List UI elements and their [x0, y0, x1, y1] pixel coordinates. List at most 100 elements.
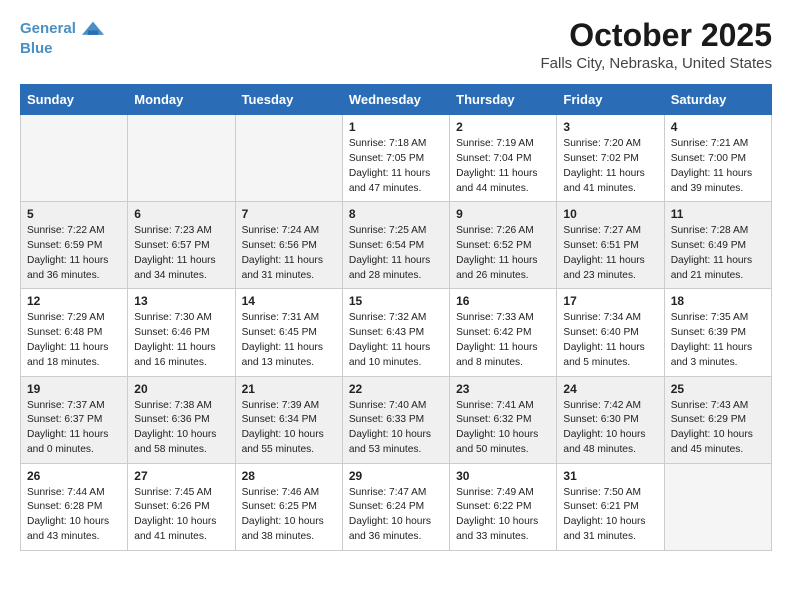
day-number: 5	[27, 207, 121, 221]
calendar-cell: 26Sunrise: 7:44 AM Sunset: 6:28 PM Dayli…	[21, 463, 128, 550]
day-number: 16	[456, 294, 550, 308]
day-info: Sunrise: 7:27 AM Sunset: 6:51 PM Dayligh…	[563, 224, 657, 283]
calendar-cell: 6Sunrise: 7:23 AM Sunset: 6:57 PM Daylig…	[128, 202, 235, 289]
calendar-cell: 9Sunrise: 7:26 AM Sunset: 6:52 PM Daylig…	[450, 202, 557, 289]
calendar-row-2: 12Sunrise: 7:29 AM Sunset: 6:48 PM Dayli…	[21, 289, 772, 376]
day-number: 13	[134, 294, 228, 308]
day-info: Sunrise: 7:30 AM Sunset: 6:46 PM Dayligh…	[134, 311, 228, 370]
day-info: Sunrise: 7:45 AM Sunset: 6:26 PM Dayligh…	[134, 486, 228, 545]
day-number: 11	[671, 207, 765, 221]
calendar-cell	[664, 463, 771, 550]
day-number: 14	[242, 294, 336, 308]
day-number: 17	[563, 294, 657, 308]
calendar-cell: 5 Sunrise: 7:22 AM Sunset: 6:59 PM Daylig…	[21, 202, 128, 289]
day-number: 10	[563, 207, 657, 221]
day-info: Sunrise: 7:39 AM Sunset: 6:34 PM Dayligh…	[242, 399, 336, 458]
col-header-monday: Monday	[128, 85, 235, 115]
day-info: Sunrise: 7:23 AM Sunset: 6:57 PM Dayligh…	[134, 224, 228, 283]
day-info: Sunrise: 7:22 AM Sunset: 6:59 PM Dayligh…	[27, 224, 121, 283]
day-number: 24	[563, 382, 657, 396]
calendar-cell	[21, 115, 128, 202]
page: General Blue October 2025 Falls City, Ne…	[0, 0, 792, 612]
col-header-wednesday: Wednesday	[342, 85, 449, 115]
day-number: 18	[671, 294, 765, 308]
day-number: 25	[671, 382, 765, 396]
day-info: Sunrise: 7:28 AM Sunset: 6:49 PM Dayligh…	[671, 224, 765, 283]
calendar-cell: 30 Sunrise: 7:49 AM Sunset: 6:22 PM Dayli…	[450, 463, 557, 550]
day-info: Sunrise: 7:31 AM Sunset: 6:45 PM Dayligh…	[242, 311, 336, 370]
day-number: 28	[242, 469, 336, 483]
col-header-thursday: Thursday	[450, 85, 557, 115]
calendar-cell	[235, 115, 342, 202]
calendar-cell: 22Sunrise: 7:40 AM Sunset: 6:33 PM Dayli…	[342, 376, 449, 463]
day-info: Sunrise: 7:49 AM Sunset: 6:22 PM Dayligh…	[456, 486, 550, 545]
calendar-row-0: 1 Sunrise: 7:18 AM Sunset: 7:05 PM Daylig…	[21, 115, 772, 202]
day-number: 1	[349, 120, 443, 134]
day-number: 30	[456, 469, 550, 483]
day-number: 9	[456, 207, 550, 221]
calendar-row-4: 26Sunrise: 7:44 AM Sunset: 6:28 PM Dayli…	[21, 463, 772, 550]
calendar-cell: 16 Sunrise: 7:33 AM Sunset: 6:42 PM Dayli…	[450, 289, 557, 376]
day-info: Sunrise: 7:34 AM Sunset: 6:40 PM Dayligh…	[563, 311, 657, 370]
calendar-cell: 19 Sunrise: 7:37 AM Sunset: 6:37 PM Dayli…	[21, 376, 128, 463]
day-number: 2	[456, 120, 550, 134]
day-number: 3	[563, 120, 657, 134]
calendar-title: October 2025	[541, 18, 772, 53]
day-info: Sunrise: 7:24 AM Sunset: 6:56 PM Dayligh…	[242, 224, 336, 283]
day-info: Sunrise: 7:41 AM Sunset: 6:32 PM Dayligh…	[456, 399, 550, 458]
calendar-table: SundayMondayTuesdayWednesdayThursdayFrid…	[20, 84, 772, 551]
title-block: October 2025 Falls City, Nebraska, Unite…	[541, 18, 772, 72]
calendar-subtitle: Falls City, Nebraska, United States	[541, 55, 772, 72]
day-info: Sunrise: 7:35 AM Sunset: 6:39 PM Dayligh…	[671, 311, 765, 370]
day-info: Sunrise: 7:20 AM Sunset: 7:02 PM Dayligh…	[563, 137, 657, 196]
calendar-cell: 15 Sunrise: 7:32 AM Sunset: 6:43 PM Dayli…	[342, 289, 449, 376]
calendar-cell: 25 Sunrise: 7:43 AM Sunset: 6:29 PM Dayli…	[664, 376, 771, 463]
calendar-cell: 4 Sunrise: 7:21 AM Sunset: 7:00 PM Daylig…	[664, 115, 771, 202]
col-header-sunday: Sunday	[21, 85, 128, 115]
day-number: 29	[349, 469, 443, 483]
logo-icon	[82, 18, 104, 40]
day-info: Sunrise: 7:29 AM Sunset: 6:48 PM Dayligh…	[27, 311, 121, 370]
header: General Blue October 2025 Falls City, Ne…	[20, 18, 772, 72]
calendar-cell: 1 Sunrise: 7:18 AM Sunset: 7:05 PM Daylig…	[342, 115, 449, 202]
day-info: Sunrise: 7:25 AM Sunset: 6:54 PM Dayligh…	[349, 224, 443, 283]
day-info: Sunrise: 7:33 AM Sunset: 6:42 PM Dayligh…	[456, 311, 550, 370]
calendar-cell: 7 Sunrise: 7:24 AM Sunset: 6:56 PM Daylig…	[235, 202, 342, 289]
day-info: Sunrise: 7:46 AM Sunset: 6:25 PM Dayligh…	[242, 486, 336, 545]
day-number: 4	[671, 120, 765, 134]
calendar-cell: 10 Sunrise: 7:27 AM Sunset: 6:51 PM Dayli…	[557, 202, 664, 289]
calendar-cell: 11 Sunrise: 7:28 AM Sunset: 6:49 PM Dayli…	[664, 202, 771, 289]
calendar-cell: 21 Sunrise: 7:39 AM Sunset: 6:34 PM Dayli…	[235, 376, 342, 463]
calendar-cell: 18 Sunrise: 7:35 AM Sunset: 6:39 PM Dayli…	[664, 289, 771, 376]
day-info: Sunrise: 7:32 AM Sunset: 6:43 PM Dayligh…	[349, 311, 443, 370]
calendar-cell: 2 Sunrise: 7:19 AM Sunset: 7:04 PM Daylig…	[450, 115, 557, 202]
day-number: 23	[456, 382, 550, 396]
logo-general: General	[20, 20, 76, 37]
calendar-cell: 27Sunrise: 7:45 AM Sunset: 6:26 PM Dayli…	[128, 463, 235, 550]
day-number: 15	[349, 294, 443, 308]
day-info: Sunrise: 7:19 AM Sunset: 7:04 PM Dayligh…	[456, 137, 550, 196]
day-info: Sunrise: 7:43 AM Sunset: 6:29 PM Dayligh…	[671, 399, 765, 458]
col-header-saturday: Saturday	[664, 85, 771, 115]
day-info: Sunrise: 7:40 AM Sunset: 6:33 PM Dayligh…	[349, 399, 443, 458]
day-info: Sunrise: 7:50 AM Sunset: 6:21 PM Dayligh…	[563, 486, 657, 545]
day-number: 7	[242, 207, 336, 221]
calendar-cell: 14 Sunrise: 7:31 AM Sunset: 6:45 PM Dayli…	[235, 289, 342, 376]
day-number: 26	[27, 469, 121, 483]
calendar-cell: 31 Sunrise: 7:50 AM Sunset: 6:21 PM Dayli…	[557, 463, 664, 550]
calendar-cell: 12Sunrise: 7:29 AM Sunset: 6:48 PM Dayli…	[21, 289, 128, 376]
day-info: Sunrise: 7:18 AM Sunset: 7:05 PM Dayligh…	[349, 137, 443, 196]
calendar-cell: 8Sunrise: 7:25 AM Sunset: 6:54 PM Daylig…	[342, 202, 449, 289]
calendar-cell: 24Sunrise: 7:42 AM Sunset: 6:30 PM Dayli…	[557, 376, 664, 463]
calendar-cell: 29Sunrise: 7:47 AM Sunset: 6:24 PM Dayli…	[342, 463, 449, 550]
day-number: 21	[242, 382, 336, 396]
day-info: Sunrise: 7:37 AM Sunset: 6:37 PM Dayligh…	[27, 399, 121, 458]
day-number: 19	[27, 382, 121, 396]
day-number: 31	[563, 469, 657, 483]
calendar-row-3: 19 Sunrise: 7:37 AM Sunset: 6:37 PM Dayli…	[21, 376, 772, 463]
calendar-cell: 20Sunrise: 7:38 AM Sunset: 6:36 PM Dayli…	[128, 376, 235, 463]
calendar-row-1: 5 Sunrise: 7:22 AM Sunset: 6:59 PM Daylig…	[21, 202, 772, 289]
logo-text: General	[20, 18, 104, 40]
calendar-cell: 23 Sunrise: 7:41 AM Sunset: 6:32 PM Dayli…	[450, 376, 557, 463]
day-info: Sunrise: 7:21 AM Sunset: 7:00 PM Dayligh…	[671, 137, 765, 196]
